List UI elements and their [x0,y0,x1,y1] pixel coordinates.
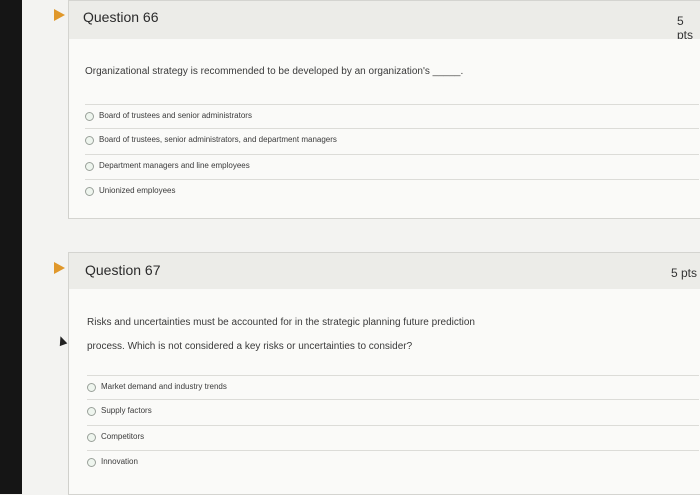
radio-button[interactable] [87,407,96,416]
question-text: Organizational strategy is recommended t… [85,66,464,77]
question-title: Question 67 [85,262,161,278]
radio-button[interactable] [85,187,94,196]
answer-label: Innovation [101,457,138,466]
question-body: Organizational strategy is recommended t… [68,39,700,219]
answer-option[interactable]: Department managers and line employees [85,154,699,179]
answer-label: Board of trustees and senior administrat… [99,111,252,120]
question-text-line: process. Which is not considered a key r… [87,341,413,352]
question-67: Question 67 5 pts Risks and uncertaintie… [22,246,700,495]
left-dark-edge [0,0,22,494]
radio-button[interactable] [87,458,96,467]
answer-option[interactable]: Board of trustees and senior administrat… [85,104,699,129]
answer-option[interactable]: Competitors [87,425,699,450]
answer-label: Supply factors [101,406,152,415]
answer-label: Competitors [101,432,145,441]
radio-button[interactable] [85,112,94,121]
radio-button[interactable] [85,162,94,171]
answer-label: Department managers and line employees [99,161,250,170]
answer-label: Board of trustees, senior administrators… [99,135,337,144]
answer-option[interactable]: Board of trustees, senior administrators… [85,128,699,153]
question-marker-icon [54,262,65,274]
question-points: 5 pts [677,14,694,42]
question-body: Risks and uncertainties must be accounte… [68,289,700,495]
question-marker-icon [54,9,65,21]
question-points: 5 pts [671,266,698,280]
radio-button[interactable] [87,433,96,442]
radio-button[interactable] [87,383,96,392]
question-title: Question 66 [83,9,159,25]
answer-option[interactable]: Market demand and industry trends [87,375,699,400]
answer-label: Unionized employees [99,186,176,195]
answer-option[interactable]: Unionized employees [85,179,699,204]
question-text-line: Risks and uncertainties must be accounte… [87,317,475,328]
question-66: Question 66 5 pts Organizational strateg… [22,0,700,226]
answer-label: Market demand and industry trends [101,382,227,391]
answer-option[interactable]: Innovation [87,450,699,475]
radio-button[interactable] [85,136,94,145]
answer-option[interactable]: Supply factors [87,399,699,424]
question-header: Question 66 5 pts [68,0,700,42]
question-header: Question 67 5 pts [68,252,700,290]
